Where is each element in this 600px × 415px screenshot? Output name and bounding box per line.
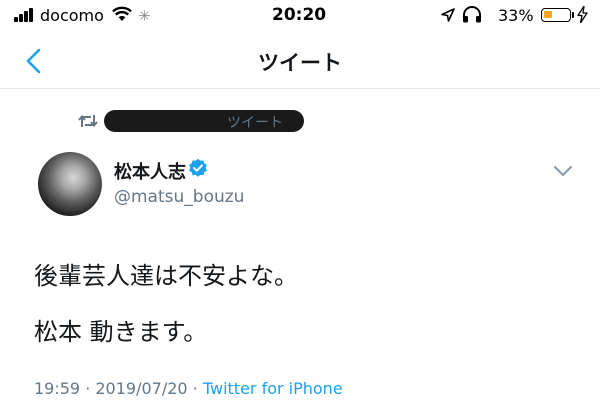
page-title: ツイート: [258, 51, 342, 75]
chevron-down-icon[interactable]: [552, 164, 574, 178]
author-handle[interactable]: @matsu_bouzu: [114, 187, 244, 207]
cellular-signal-icon: [14, 8, 36, 22]
tweet-text-line: 後輩芸人達は不安よな。: [34, 262, 298, 290]
navigation-bar: ツイート: [0, 34, 600, 89]
tweet-detail-screen: docomo ✳ 20:20 33% ツイート ツイート 松本人志 @matsu…: [0, 0, 600, 415]
battery-cap: [572, 12, 574, 18]
author-avatar[interactable]: [38, 152, 102, 216]
meta-separator: ·: [80, 379, 96, 398]
tweet-time: 19:59: [34, 379, 81, 398]
retweet-context-label: ツイート: [227, 115, 283, 131]
wifi-icon: [112, 6, 132, 21]
tweet-text-line: 松本 動きます。: [34, 318, 208, 346]
tweet-metadata: 19:59 · 2019/07/20 · Twitter for iPhone: [34, 379, 343, 398]
status-bar: docomo ✳ 20:20 33%: [0, 0, 600, 34]
tweet-source-link[interactable]: Twitter for iPhone: [203, 379, 343, 398]
battery-level-fill: [544, 11, 552, 18]
charging-bolt-icon: [577, 6, 588, 23]
status-time: 20:20: [272, 5, 327, 25]
verified-badge-icon: [189, 158, 207, 177]
meta-separator: ·: [187, 379, 203, 398]
retweet-icon: [78, 114, 98, 128]
location-arrow-icon: [441, 8, 455, 22]
battery-icon: [541, 8, 571, 22]
headphones-icon: [463, 6, 481, 23]
battery-percentage: 33%: [498, 6, 534, 25]
tweet-date: 2019/07/20: [95, 379, 188, 398]
author-display-name[interactable]: 松本人志: [114, 158, 186, 184]
activity-spinner-icon: ✳: [138, 7, 151, 25]
carrier-name: docomo: [40, 6, 104, 25]
